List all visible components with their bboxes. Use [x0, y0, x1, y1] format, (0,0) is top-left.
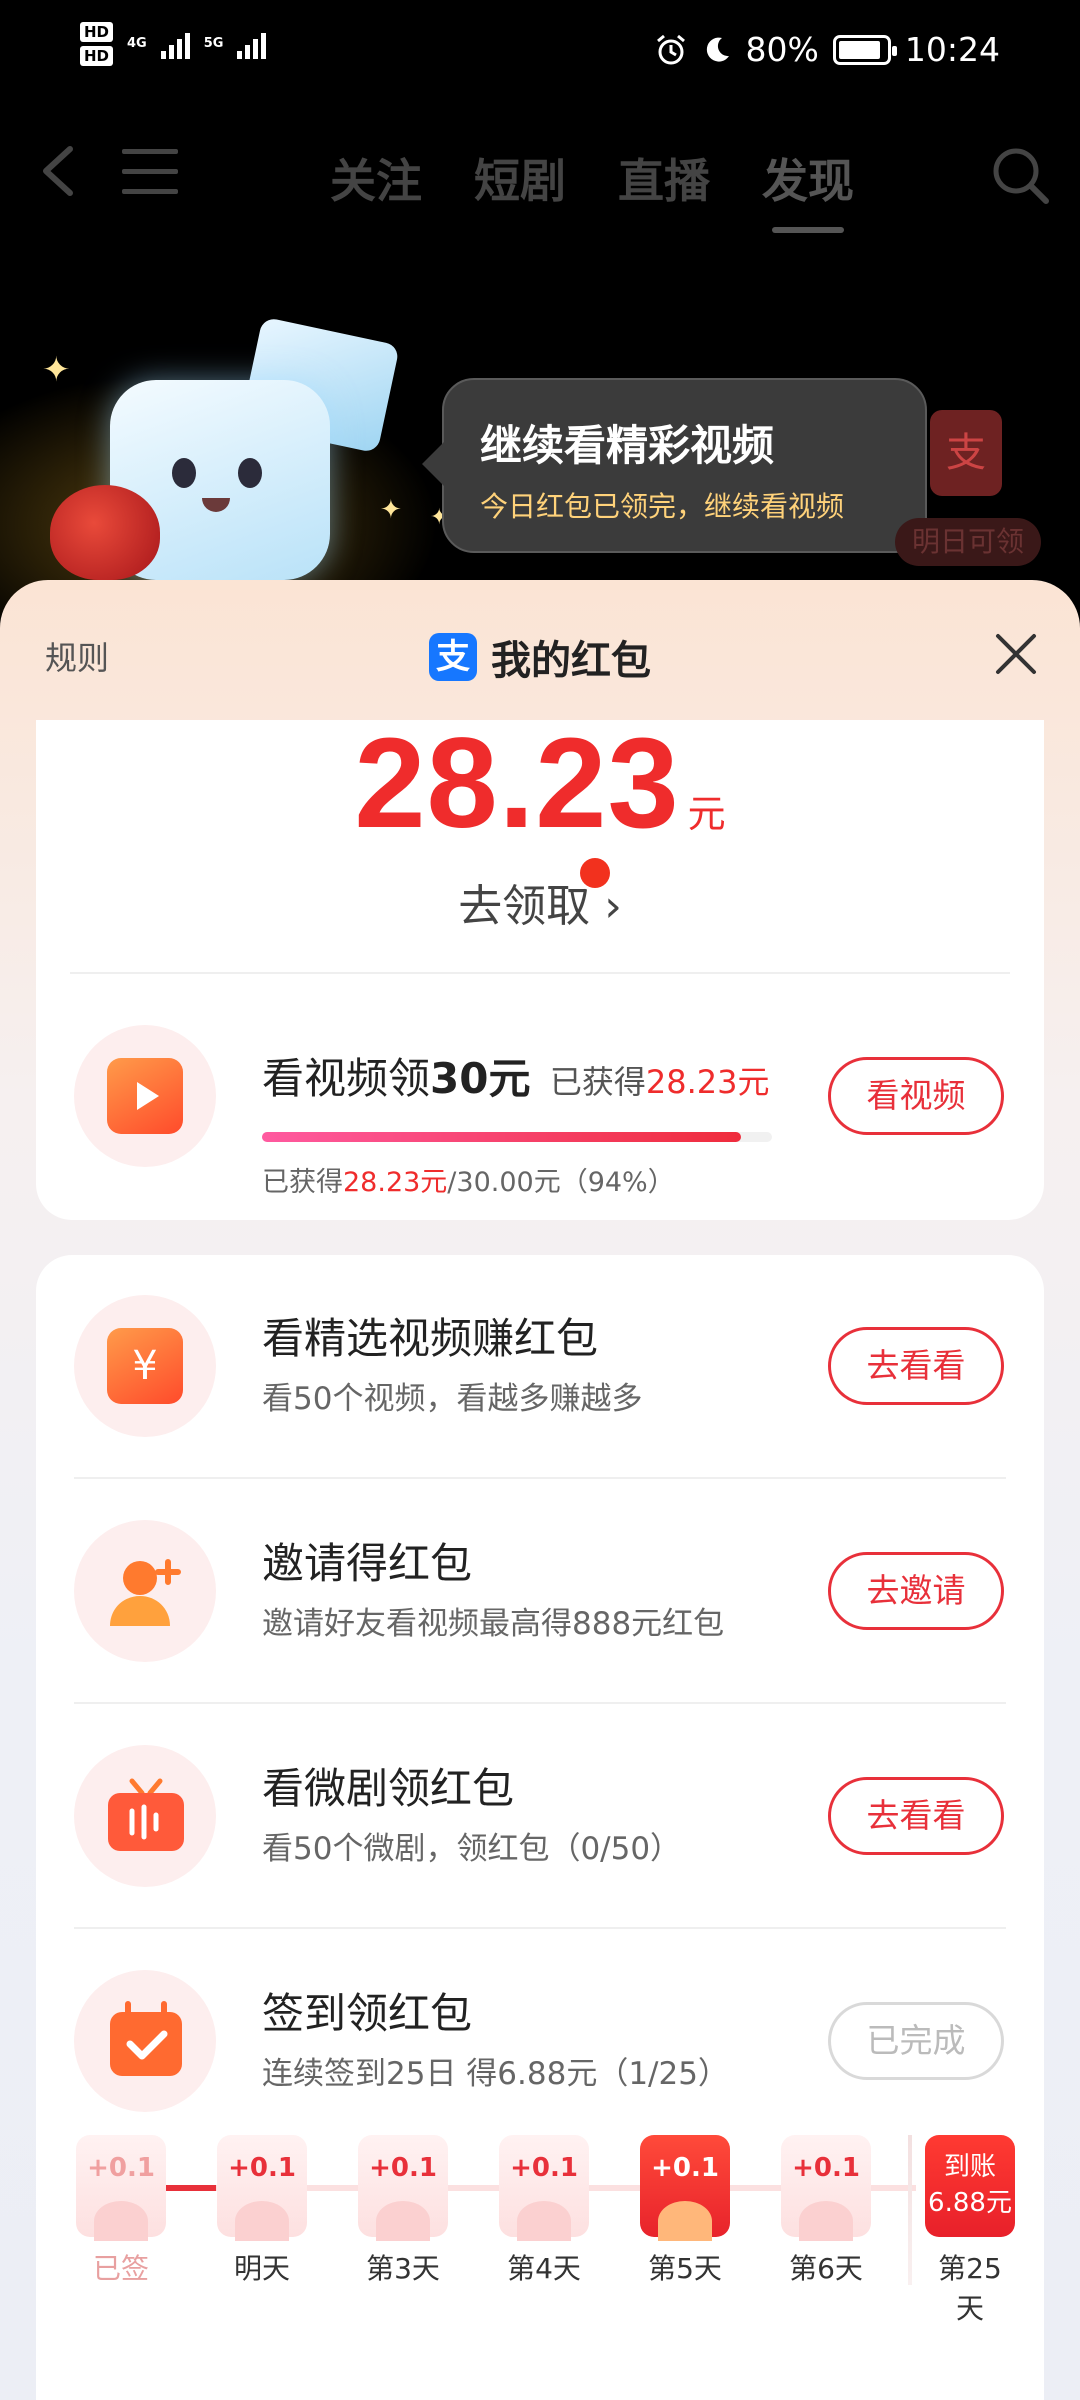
user-plus-icon: [110, 1559, 181, 1626]
video-progress-bar: [262, 1132, 772, 1142]
play-icon: [107, 1058, 183, 1134]
balance-card: 28.23 元 去领取 › 看视频领30元 已获得28.23元 已获得28.23元…: [36, 712, 1044, 1220]
task-icon-wrap: ¥: [74, 1295, 216, 1437]
task-subtitle: 看50个视频，看越多赚越多: [262, 1381, 643, 1417]
invite-button[interactable]: 去邀请: [828, 1552, 1004, 1630]
alipay-envelope-icon[interactable]: 支: [930, 410, 1002, 496]
alipay-icon: 支: [429, 633, 477, 681]
checkin-day: +0.1 第3天: [358, 2135, 448, 2287]
task-title: 看微剧领红包: [262, 1764, 515, 1813]
signal-icon: [237, 29, 267, 59]
checkin-day-highlight: +0.1 第5天: [640, 2135, 730, 2287]
red-packet-sheet: 规则 支 我的红包 28.23 元 去领取 › 看视频领30元 已获得28.23元: [0, 580, 1080, 2400]
clock: 10:24: [904, 30, 1000, 69]
checkin-strip: +0.1 已签 +0.1 明天 +0.1 第3天 +0.1 第4天 +0.1 第…: [76, 2135, 1016, 2325]
tv-icon: [108, 1778, 184, 1851]
network-type: 4G: [127, 36, 147, 51]
status-left: HD HD 4G 5G: [80, 22, 267, 66]
tab-follow[interactable]: 关注: [330, 145, 422, 211]
sheet-header: 规则 支 我的红包: [0, 580, 1080, 720]
search-icon[interactable]: [988, 143, 1052, 207]
balance-amount: 28.23 元: [36, 710, 1044, 857]
watch-video-button[interactable]: 看视频: [828, 1057, 1004, 1135]
sparkle-icon: ✦: [42, 350, 71, 390]
battery-percent: 80%: [745, 30, 819, 69]
task-icon-wrap: [74, 1520, 216, 1662]
video-task-title: 看视频领30元 已获得28.23元: [262, 1054, 770, 1103]
task-icon-wrap: [74, 1970, 216, 2112]
sheet-title-text: 我的红包: [491, 638, 651, 684]
bubble-subtitle: 今日红包已领完，继续看视频: [480, 490, 845, 523]
checkin-final-day: 到账 6.88元 第25天: [925, 2135, 1015, 2327]
tab-bar: 关注 短剧 直播 发现: [330, 145, 854, 233]
top-nav: 关注 短剧 直播 发现: [0, 125, 1080, 233]
calendar-check-icon: [110, 2001, 182, 2076]
moon-icon: [706, 37, 729, 62]
signal-icon: [160, 29, 190, 59]
back-icon[interactable]: [30, 141, 90, 201]
promo-banner: ✦ ✦ ✦ 继续看精彩视频 今日红包已领完，继续看视频 支 明日可领: [0, 316, 1080, 660]
menu-icon[interactable]: [122, 149, 178, 195]
claim-label: 去领取: [458, 881, 591, 932]
network-type: 5G: [203, 36, 224, 51]
task-title: 签到领红包: [262, 1989, 473, 2038]
video-progress-text: 已获得28.23元/30.00元（94%）: [262, 1167, 675, 1198]
task-title: 看精选视频赚红包: [262, 1314, 599, 1363]
task-icon-wrap: [74, 1745, 216, 1887]
tomorrow-pill: 明日可领: [895, 518, 1041, 566]
tab-short-drama[interactable]: 短剧: [474, 145, 566, 211]
status-bar: HD HD 4G 5G 80% 10:24: [0, 0, 1080, 110]
status-right: 80% 10:24: [654, 30, 1000, 69]
balance-unit: 元: [687, 794, 726, 836]
play-icon-wrap: [74, 1025, 216, 1167]
speech-bubble: 继续看精彩视频 今日红包已领完，继续看视频: [422, 378, 927, 553]
yuan-icon: ¥: [107, 1328, 183, 1404]
tab-live[interactable]: 直播: [618, 145, 710, 211]
task-subtitle: 邀请好友看视频最高得888元红包: [262, 1606, 725, 1642]
sheet-title: 支 我的红包: [0, 628, 1080, 686]
video-progress-fill: [262, 1132, 742, 1142]
go-watch-button[interactable]: 去看看: [828, 1327, 1004, 1405]
chevron-right-icon: ›: [604, 881, 622, 932]
hd-badge: HD: [80, 46, 114, 66]
close-icon[interactable]: [986, 624, 1046, 684]
sparkle-icon: ✦: [380, 495, 402, 525]
balance-value: 28.23: [354, 712, 680, 855]
task-subtitle: 连续签到25日 得6.88元（1/25）: [262, 2056, 729, 2092]
battery-icon: [832, 34, 897, 65]
checkin-day: +0.1 明天: [217, 2135, 307, 2287]
claim-link[interactable]: 去领取 ›: [36, 858, 1044, 934]
completed-button: 已完成: [828, 2002, 1004, 2080]
alarm-icon: [656, 34, 685, 64]
bubble-title: 继续看精彩视频: [480, 421, 775, 470]
tab-discover[interactable]: 发现: [762, 145, 854, 233]
task-list-card: ¥ 看精选视频赚红包 看50个视频，看越多赚越多 去看看 邀请得红包 邀请好友看…: [36, 1255, 1044, 2400]
checkin-day: +0.1 已签: [76, 2135, 166, 2287]
checkin-day: +0.1 第6天: [781, 2135, 871, 2287]
go-watch-button[interactable]: 去看看: [828, 1777, 1004, 1855]
checkin-day: +0.1 第4天: [499, 2135, 589, 2287]
lucky-bag-illustration: [50, 485, 160, 580]
hd-badge: HD: [80, 22, 114, 42]
task-subtitle: 看50个微剧，领红包（0/50）: [262, 1831, 682, 1867]
task-title: 邀请得红包: [262, 1539, 473, 1588]
notification-dot: [580, 858, 610, 888]
